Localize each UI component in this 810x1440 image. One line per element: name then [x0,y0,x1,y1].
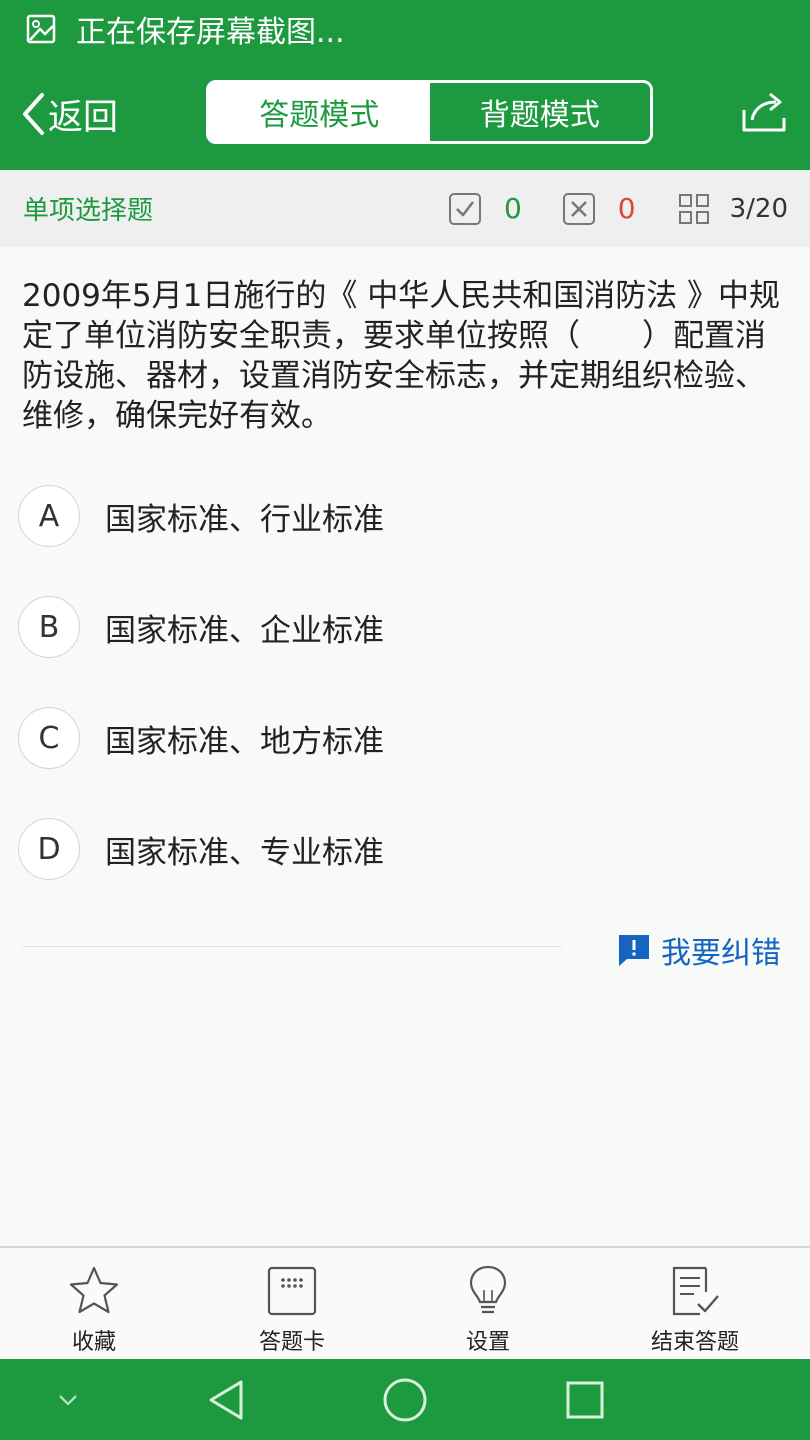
question-text: 2009年5月1日施行的《 中华人民共和国消防法 》中规定了单位消防安全职责，要… [22,278,781,434]
option-text: 国家标准、地方标准 [105,723,384,760]
option-a[interactable]: A 国家标准、行业标准 [18,484,738,548]
tab-answer-mode[interactable]: 答题模式 [209,83,430,141]
finish-answering-label: 结束答题 [650,1330,739,1355]
system-back-button[interactable] [200,1359,250,1440]
triangle-back-icon [209,1380,243,1419]
grid-icon[interactable] [678,193,710,225]
report-error-button[interactable]: 我要纠错 [617,928,781,972]
option-c[interactable]: C 国家标准、地方标准 [18,706,738,770]
status-notification-text: 正在保存屏幕截图... [76,15,345,50]
square-recents-icon [566,1381,604,1418]
content-divider [22,946,562,947]
chevron-down-icon [59,1394,77,1406]
question-progress: 3/20 [729,193,788,224]
wrong-checkbox-icon [562,192,595,225]
back-button[interactable]: 返回 [20,88,118,140]
share-icon[interactable] [740,90,788,134]
question-info-bar: 单项选择题 0 0 3/20 [0,170,810,247]
screenshot-image-icon [26,14,56,44]
finish-list-icon [672,1266,719,1316]
lightbulb-icon [469,1265,507,1314]
answer-card-icon [267,1266,317,1316]
option-b[interactable]: B 国家标准、企业标准 [18,595,738,659]
wrong-count: 0 [617,192,636,225]
chevron-left-icon [23,93,44,135]
favorite-label: 收藏 [71,1330,116,1355]
question-type-label: 单项选择题 [23,196,154,226]
feedback-icon [619,935,649,966]
correct-count: 0 [503,192,522,225]
bottom-toolbar: 收藏 答题卡 设置 结束答题 [0,1246,810,1359]
option-letter: A [18,485,80,547]
settings-button[interactable]: 设置 [413,1248,563,1359]
star-icon [69,1266,119,1314]
status-bar: 正在保存屏幕截图... [0,0,810,58]
score-counters: 0 0 3/20 [448,170,788,247]
circle-home-icon [383,1378,427,1421]
report-error-label: 我要纠错 [661,936,781,971]
option-text: 国家标准、行业标准 [105,501,384,538]
answer-card-label: 答题卡 [258,1330,325,1355]
system-navigation-bar [0,1359,810,1440]
system-recents-button[interactable] [562,1359,608,1440]
system-home-button[interactable] [380,1359,430,1440]
option-text: 国家标准、企业标准 [105,612,384,649]
hide-nav-button[interactable] [48,1359,88,1440]
back-label: 返回 [48,97,119,138]
tab-review-mode[interactable]: 背题模式 [429,83,650,141]
mode-switch: 答题模式 背题模式 [206,80,653,144]
favorite-button[interactable]: 收藏 [19,1248,169,1359]
answer-card-button[interactable]: 答题卡 [217,1248,367,1359]
option-d[interactable]: D 国家标准、专业标准 [18,817,738,881]
settings-label: 设置 [465,1330,510,1355]
option-letter: B [18,596,80,658]
finish-answering-button[interactable]: 结束答题 [620,1248,770,1359]
option-letter: C [18,707,80,769]
app-bar: 返回 答题模式 背题模式 [0,58,810,170]
option-text: 国家标准、专业标准 [105,834,384,871]
option-letter: D [18,818,80,880]
correct-checkbox-icon [448,192,481,225]
